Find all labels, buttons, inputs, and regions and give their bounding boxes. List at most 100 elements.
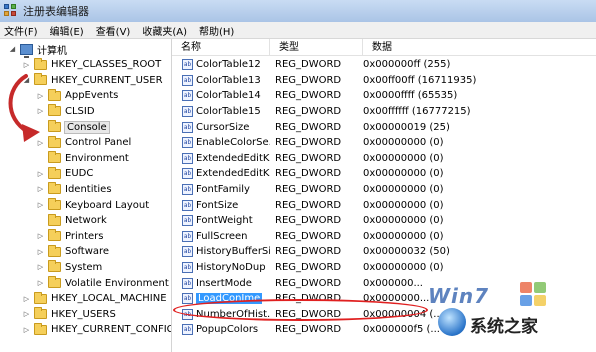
value-name: PopupColors (196, 324, 259, 336)
tree-item-label: 计算机 (37, 45, 67, 57)
expand-right-icon[interactable]: ▷ (22, 310, 31, 318)
tree-item-identities[interactable]: ▷ Identities (36, 181, 112, 197)
value-row[interactable]: ab FontWeight REG_DWORD 0x00000000 (0) (172, 213, 596, 229)
dword-value-icon: ab (182, 74, 193, 86)
tree-item-label: HKEY_CLASSES_ROOT (51, 59, 162, 71)
tree-item-hkey-current-config[interactable]: ▷ HKEY_CURRENT_CONFIG (22, 322, 172, 338)
tree-item-label: Printers (65, 230, 104, 242)
value-name: InsertMode (196, 277, 252, 289)
value-type: REG_DWORD (275, 121, 342, 133)
expand-right-icon[interactable]: ▷ (36, 248, 45, 256)
value-name: ExtendedEditK... (196, 152, 270, 164)
tree-item-software[interactable]: ▷ Software (36, 244, 109, 260)
watermark-win7-text: Win7 (428, 284, 490, 308)
globe-icon (438, 308, 466, 336)
column-header-type[interactable]: 类型 (270, 39, 363, 56)
column-header-data[interactable]: 数据 (363, 39, 596, 56)
expand-right-icon[interactable]: ▷ (22, 295, 31, 303)
folder-icon (48, 276, 61, 288)
expand-right-icon[interactable]: ▷ (36, 201, 45, 209)
value-row[interactable]: abExtendedEditK... REG_DWORD 0x00000000 (0… (172, 151, 596, 167)
tree-item-printers[interactable]: ▷ Printers (36, 228, 103, 244)
tree-item-hkey-users[interactable]: ▷ HKEY_USERS (22, 306, 116, 322)
value-name-cell: ab CursorSize (172, 121, 270, 133)
value-data: 0x00000019 (25) (363, 121, 450, 133)
tree-item-eudc[interactable]: ▷ EUDC (36, 166, 93, 182)
value-row[interactable]: ab ColorTable14 REG_DWORD 0x0000ffff (65535… (172, 88, 596, 104)
value-name-cell: ab HistoryNoDup (172, 262, 270, 274)
value-name: FontFamily (196, 184, 250, 196)
expand-right-icon[interactable]: ▷ (22, 326, 31, 334)
tree-item-label: HKEY_USERS (51, 308, 116, 320)
value-name: FontSize (196, 199, 239, 211)
value-row[interactable]: abHistoryBufferSi... REG_DWORD 0x00000032 … (172, 244, 596, 260)
folder-icon (48, 166, 61, 179)
expand-right-icon[interactable]: ▷ (36, 185, 45, 193)
dword-value-icon: ab (182, 106, 193, 118)
value-type: REG_DWORD (275, 106, 342, 118)
value-data: 0x00000000 (0) (363, 168, 444, 180)
value-type: REG_DWORD (275, 230, 342, 242)
value-name: ColorTable13 (196, 74, 261, 86)
value-name: ExtendedEditK... (196, 168, 270, 180)
tree-item-keyboard-layout[interactable]: ▷ Keyboard Layout (36, 197, 149, 213)
tree-item-label: AppEvents (65, 90, 119, 102)
value-name-cell: ab ColorTable13 (172, 74, 270, 86)
value-data: 0x0000ffff (65535) (363, 90, 458, 102)
value-name-cell: ab ColorTable12 (172, 59, 270, 71)
expand-right-icon[interactable]: ▷ (36, 170, 45, 178)
tree-item-label: Environment (65, 152, 129, 164)
expand-down-icon[interactable]: ◢ (8, 45, 17, 53)
value-row[interactable]: ab EnableColorSe... REG_DWORD 0x00000000 (0… (172, 135, 596, 151)
tree-item-system[interactable]: ▷ System (36, 259, 102, 275)
value-name-cell: ab InsertMode (172, 277, 270, 289)
value-name-cell: ab FontWeight (172, 215, 270, 227)
menu-file[interactable]: 文件(F) (4, 23, 38, 38)
menu-help[interactable]: 帮助(H) (199, 23, 234, 38)
tree-item-hkey-local-machine[interactable]: ▷ HKEY_LOCAL_MACHINE (22, 291, 167, 307)
dword-value-icon: ab (182, 230, 193, 242)
value-row[interactable]: abExtendedEditK... REG_DWORD 0x00000000 (0… (172, 166, 596, 182)
dword-value-icon: ab (182, 59, 193, 71)
tree-item-label: Identities (65, 183, 112, 195)
tree-item-label: Software (65, 246, 110, 258)
dword-value-icon: ab (182, 324, 193, 336)
folder-icon (34, 57, 47, 70)
expand-right-icon[interactable]: ▷ (36, 263, 45, 271)
value-name: ColorTable14 (196, 90, 261, 102)
value-row[interactable]: ab CursorSize REG_DWORD 0x00000019 (25) (172, 119, 596, 135)
value-name: CursorSize (196, 121, 250, 133)
expand-right-icon[interactable]: ▷ (36, 232, 45, 240)
expand-right-icon[interactable]: ▷ (22, 61, 31, 69)
tree-item-network[interactable]: Network (36, 213, 107, 229)
tree-item-label: Control Panel (65, 137, 132, 149)
value-row[interactable]: ab FontSize REG_DWORD 0x00000000 (0) (172, 197, 596, 213)
value-name-cell: abHistoryBufferSi... (172, 246, 270, 258)
tree-item-label: System (65, 261, 103, 273)
value-row[interactable]: ab ColorTable12 REG_DWORD 0x000000ff (255) (172, 57, 596, 73)
tree-item-label: Console (64, 120, 110, 134)
value-row[interactable]: ab HistoryNoDup REG_DWORD 0x00000000 (0) (172, 260, 596, 276)
value-type: REG_DWORD (275, 137, 342, 149)
tree-item-label: HKEY_CURRENT_CONFIG (51, 324, 172, 336)
value-data: 0x00000000 (0) (363, 262, 444, 274)
folder-icon (48, 213, 61, 226)
expand-right-icon[interactable]: ▷ (36, 279, 45, 287)
value-name-cell: ab FontSize (172, 199, 270, 211)
folder-icon (48, 182, 61, 195)
value-row[interactable]: ab FullScreen REG_DWORD 0x00000000 (0) (172, 229, 596, 245)
value-name: ColorTable12 (196, 59, 261, 71)
value-row[interactable]: ab FontFamily REG_DWORD 0x00000000 (0) (172, 182, 596, 198)
value-row[interactable]: ab ColorTable15 REG_DWORD 0x00ffffff (16777… (172, 104, 596, 120)
tree-item-computer[interactable]: ◢ 计算机 (8, 41, 67, 58)
menu-edit[interactable]: 编辑(E) (50, 23, 84, 38)
value-row[interactable]: ab ColorTable13 REG_DWORD 0x00ff00ff (16711… (172, 73, 596, 89)
menu-favorites[interactable]: 收藏夹(A) (142, 23, 187, 38)
tree-item-volatile-environment[interactable]: ▷ Volatile Environment (36, 275, 169, 291)
tree-item-label: EUDC (65, 168, 94, 180)
value-data: 0x000000ff (255) (363, 59, 451, 71)
menu-view[interactable]: 查看(V) (96, 23, 131, 38)
value-name: ColorTable15 (196, 106, 261, 118)
value-type: REG_DWORD (275, 74, 342, 86)
column-header-name[interactable]: 名称 (172, 39, 270, 56)
